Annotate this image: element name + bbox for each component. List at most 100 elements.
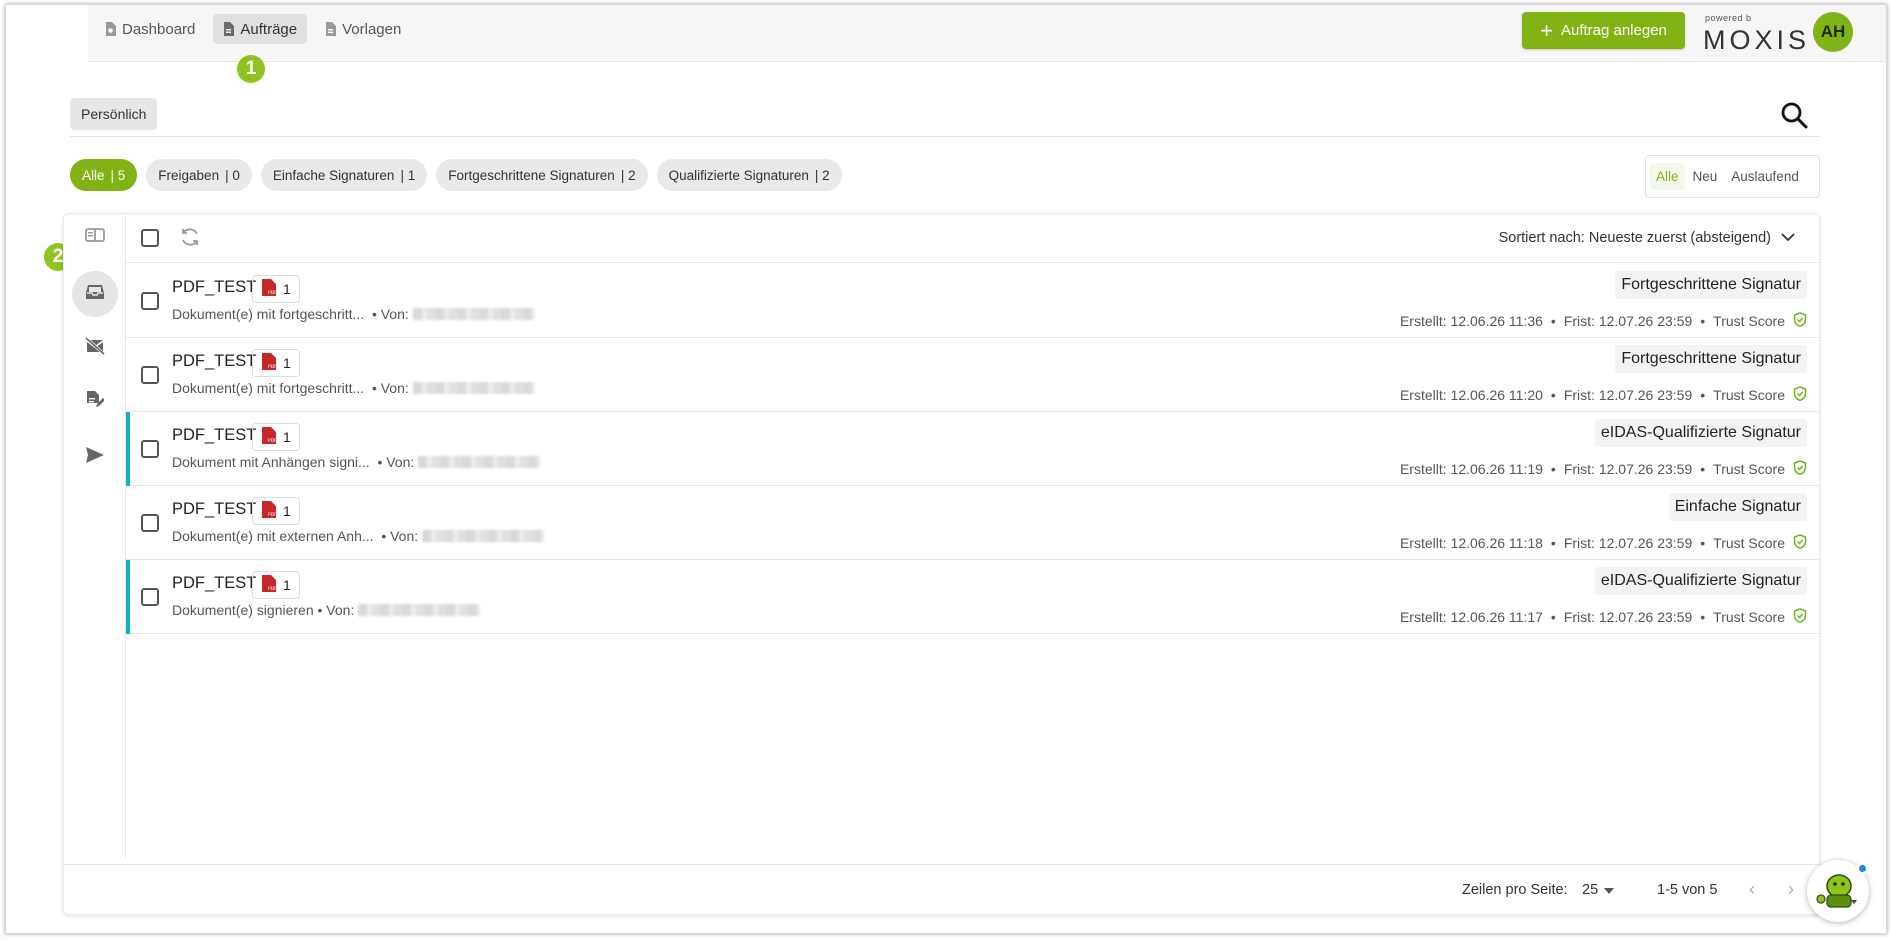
signature-type: eIDAS-Qualifizierte Signatur xyxy=(1594,419,1807,447)
caret-down-icon xyxy=(1604,882,1615,898)
segment-alle[interactable]: Alle xyxy=(1650,163,1685,190)
pdf-icon: PDF xyxy=(262,279,277,299)
tab-label: Einfache Signaturen xyxy=(272,167,395,183)
signature-type: Einfache Signatur xyxy=(1668,493,1807,521)
row-subtitle: Dokument mit Anhängen signi... • Von: xyxy=(172,454,541,470)
pdf-badge: PDF 1 xyxy=(252,423,300,451)
row-checkbox[interactable] xyxy=(141,292,159,310)
created-date: Erstellt: 12.06.26 11:19 xyxy=(1399,461,1543,477)
page-range: 1-5 von 5 xyxy=(1657,882,1718,898)
scope-chip-personal[interactable]: Persönlich xyxy=(70,98,158,130)
pdf-count: 1 xyxy=(283,503,291,519)
table-row[interactable]: PDF_TEST PDF 1 Dokument(e) mit externen … xyxy=(126,486,1819,560)
tab-count: | 0 xyxy=(225,167,240,183)
pdf-badge: PDF 1 xyxy=(252,275,300,303)
notification-dot xyxy=(1857,863,1868,874)
shield-check-icon xyxy=(1793,312,1807,330)
redacted-sender xyxy=(412,308,535,320)
row-meta: Erstellt: 12.06.26 11:19 • Frist: 12.07.2… xyxy=(1400,460,1807,478)
new-order-label: Auftrag anlegen xyxy=(1560,22,1667,39)
redacted-sender xyxy=(358,604,481,616)
row-title: PDF_TEST xyxy=(172,574,257,592)
row-from-label: • Von: xyxy=(317,602,355,618)
nav-dashboard[interactable]: Dashboard xyxy=(95,14,205,44)
chevron-down-icon xyxy=(1781,230,1795,246)
list-header: Sortiert nach: Neueste zuerst (absteigen… xyxy=(126,214,1819,263)
orders-doc-icon xyxy=(223,22,235,36)
trust-score-label: Trust Score xyxy=(1713,461,1785,477)
deadline-date: Frist: 12.07.26 23:59 xyxy=(1563,461,1693,477)
row-checkbox[interactable] xyxy=(141,588,159,606)
segment-neu[interactable]: Neu xyxy=(1687,163,1724,190)
avatar[interactable]: AH xyxy=(1813,12,1853,52)
shield-check-icon xyxy=(1793,608,1807,626)
app-window: Dashboard Aufträge Vorlagen + Auftrag an… xyxy=(5,4,1887,934)
deadline-date: Frist: 12.07.26 23:59 xyxy=(1563,387,1693,403)
sort-dropdown[interactable]: Sortiert nach: Neueste zuerst (absteigen… xyxy=(1499,230,1795,246)
columns-icon xyxy=(85,227,105,248)
new-order-button[interactable]: + Auftrag anlegen xyxy=(1522,12,1685,49)
tab-freigaben[interactable]: Freigaben | 0 xyxy=(146,159,252,191)
table-row[interactable]: PDF_TEST PDF 1 Dokument mit Anhängen sig… xyxy=(126,412,1819,486)
row-subtitle: Dokument(e) mit fortgeschritt... • Von: xyxy=(172,306,535,322)
row-description: Dokument(e) signieren xyxy=(172,602,314,618)
tab-alle[interactable]: Alle | 5 xyxy=(70,159,138,191)
pdf-count: 1 xyxy=(283,577,291,593)
row-checkbox[interactable] xyxy=(141,440,159,458)
moxis-logo: powered b MOXIS xyxy=(1703,13,1806,55)
shield-check-icon xyxy=(1793,386,1807,404)
row-meta: Erstellt: 12.06.26 11:18 • Frist: 12.07.2… xyxy=(1400,534,1807,552)
rows-per-page-select[interactable]: 25 xyxy=(1582,882,1615,898)
tab-fortgeschrittene-signaturen[interactable]: Fortgeschrittene Signaturen | 2 xyxy=(436,159,648,191)
side-send[interactable] xyxy=(72,434,118,480)
robot-icon xyxy=(1807,874,1869,926)
table-row[interactable]: PDF_TEST PDF 1 Dokument(e) mit fortgesch… xyxy=(126,264,1819,338)
annotation-marker-1: 1 xyxy=(237,55,265,83)
sort-label: Sortiert nach: Neueste zuerst (absteigen… xyxy=(1498,230,1771,246)
assistant-bot-button[interactable] xyxy=(1807,860,1869,922)
table-row[interactable]: PDF_TEST PDF 1 Dokument(e) mit fortgesch… xyxy=(126,338,1819,412)
chevron-left-icon[interactable]: ‹ xyxy=(1749,879,1755,900)
signature-type: Fortgeschrittene Signatur xyxy=(1615,345,1807,373)
trust-score-label: Trust Score xyxy=(1713,313,1785,329)
main-nav: Dashboard Aufträge Vorlagen xyxy=(95,14,411,44)
row-title: PDF_TEST xyxy=(172,278,257,296)
created-date: Erstellt: 12.06.26 11:18 xyxy=(1399,535,1543,551)
row-subtitle: Dokument(e) signieren • Von: xyxy=(172,602,481,618)
search-icon[interactable] xyxy=(1780,101,1808,134)
plus-icon: + xyxy=(1540,17,1553,43)
chevron-right-icon[interactable]: › xyxy=(1788,879,1794,900)
row-title: PDF_TEST xyxy=(172,426,257,444)
side-inbox[interactable] xyxy=(72,271,118,317)
tab-qualifizierte-signaturen[interactable]: Qualifizierte Signaturen | 2 xyxy=(656,159,842,191)
orders-panel: Sortiert nach: Neueste zuerst (absteigen… xyxy=(63,213,1820,915)
redacted-sender xyxy=(412,382,535,394)
nav-vorlagen[interactable]: Vorlagen xyxy=(315,14,411,44)
row-description: Dokument(e) mit externen Anh... xyxy=(172,528,374,544)
tab-einfache-signaturen[interactable]: Einfache Signaturen | 1 xyxy=(260,159,428,191)
nav-auftraege[interactable]: Aufträge xyxy=(213,14,308,44)
side-doc-edit[interactable] xyxy=(72,379,118,425)
row-checkbox[interactable] xyxy=(141,366,159,384)
signature-type: eIDAS-Qualifizierte Signatur xyxy=(1594,567,1807,595)
segment-auslaufend[interactable]: Auslaufend xyxy=(1725,163,1805,190)
row-checkbox[interactable] xyxy=(141,514,159,532)
svg-text:PDF: PDF xyxy=(268,586,276,592)
side-hidden-mail[interactable] xyxy=(72,325,118,371)
table-row[interactable]: PDF_TEST PDF 1 Dokument(e) signieren • V… xyxy=(126,560,1819,634)
tab-label: Fortgeschrittene Signaturen xyxy=(448,167,615,183)
row-description: Dokument mit Anhängen signi... xyxy=(172,454,370,470)
select-all-checkbox[interactable] xyxy=(141,229,159,247)
created-date: Erstellt: 12.06.26 11:17 xyxy=(1399,609,1543,625)
pdf-count: 1 xyxy=(283,429,291,445)
filter-tabs: Alle | 5 Freigaben | 0 Einfache Signaturen… xyxy=(70,159,842,191)
pdf-count: 1 xyxy=(283,355,291,371)
side-columns[interactable] xyxy=(72,214,118,260)
refresh-icon[interactable] xyxy=(179,226,201,253)
pdf-icon: PDF xyxy=(262,427,277,447)
deadline-date: Frist: 12.07.26 23:59 xyxy=(1563,313,1693,329)
row-from-label: • Von: xyxy=(377,454,415,470)
created-date: Erstellt: 12.06.26 11:36 xyxy=(1399,313,1543,329)
rows-per-page-label: Zeilen pro Seite: xyxy=(1462,882,1568,898)
status-segment: Alle Neu Auslaufend xyxy=(1645,155,1820,198)
